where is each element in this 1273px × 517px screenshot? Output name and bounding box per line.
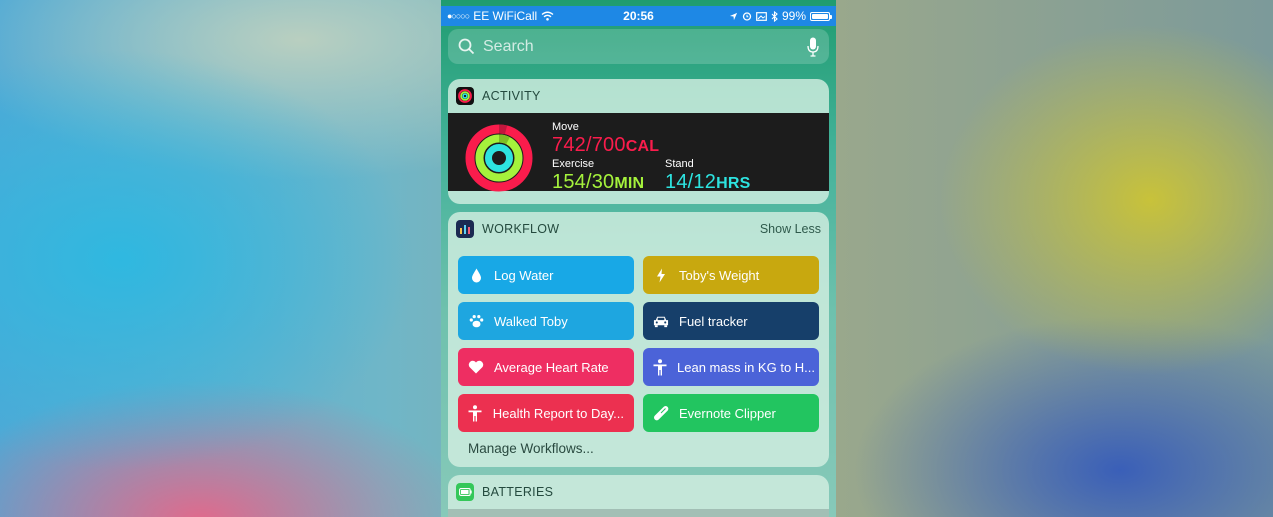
batteries-header: BATTERIES xyxy=(448,475,829,509)
batteries-body xyxy=(448,509,829,517)
search-icon xyxy=(458,38,475,55)
activity-widget[interactable]: ACTIVITY Move 742/700CAL Exercise 154/30… xyxy=(448,79,829,204)
move-label: Move xyxy=(552,121,579,133)
show-less-button[interactable]: Show Less xyxy=(760,222,821,236)
batteries-widget[interactable]: BATTERIES xyxy=(448,475,829,517)
status-right: 99% xyxy=(729,9,832,23)
manage-workflows-link[interactable]: Manage Workflows... xyxy=(468,441,594,456)
workflow-title: WORKFLOW xyxy=(482,222,560,236)
activity-header: ACTIVITY xyxy=(448,79,829,113)
lightning-icon xyxy=(653,268,669,283)
workflow-label: Toby's Weight xyxy=(679,267,760,283)
phone-screen: ●○○○○ EE WiFiCall 20:56 99% Search ACTIV… xyxy=(441,0,836,517)
microphone-icon[interactable] xyxy=(807,37,819,57)
stand-ring xyxy=(485,144,513,172)
workflow-health-report-button[interactable]: Health Report to Day... xyxy=(458,394,634,432)
workflow-widget: WORKFLOW Show Less Log Water Toby's Weig… xyxy=(448,212,829,467)
workflow-grid: Log Water Toby's Weight Walked Toby Fuel… xyxy=(448,246,829,435)
battery-percent: 99% xyxy=(781,9,806,23)
alarm-icon xyxy=(742,12,752,21)
workflow-label: Walked Toby xyxy=(494,313,568,329)
workflow-label: Log Water xyxy=(494,267,554,283)
person-icon xyxy=(653,358,667,376)
search-bar[interactable]: Search xyxy=(448,29,829,64)
stand-label: Stand xyxy=(665,158,694,170)
person-icon xyxy=(468,404,483,422)
workflow-log-water-button[interactable]: Log Water xyxy=(458,256,634,294)
workflow-walked-toby-button[interactable]: Walked Toby xyxy=(458,302,634,340)
signal-dots-icon: ●○○○○ xyxy=(447,11,470,21)
search-input[interactable]: Search xyxy=(483,38,807,56)
workflow-average-heart-rate-button[interactable]: Average Heart Rate xyxy=(458,348,634,386)
carrier-name: EE WiFiCall xyxy=(473,9,538,23)
workflow-label: Fuel tracker xyxy=(679,313,748,329)
workflow-label: Health Report to Day... xyxy=(492,405,624,421)
heart-icon xyxy=(468,360,484,374)
workflow-lean-mass-button[interactable]: Lean mass in KG to H... xyxy=(643,348,819,386)
stand-value: 14/12HRS xyxy=(665,171,751,193)
move-value: 742/700CAL xyxy=(552,134,660,156)
activity-app-icon xyxy=(456,87,474,105)
activity-rings xyxy=(464,123,534,193)
exercise-label: Exercise xyxy=(552,158,595,170)
car-icon xyxy=(653,315,669,328)
location-icon xyxy=(729,12,738,20)
status-left: ●○○○○ EE WiFiCall xyxy=(447,9,554,23)
batteries-title: BATTERIES xyxy=(482,485,554,499)
batteries-app-icon xyxy=(456,483,474,501)
pill-icon xyxy=(653,405,669,421)
workflow-evernote-clipper-button[interactable]: Evernote Clipper xyxy=(643,394,819,432)
screen-mirror-icon xyxy=(756,11,767,21)
activity-body: Move 742/700CAL Exercise 154/30MIN Stand… xyxy=(448,113,829,193)
workflow-tobys-weight-button[interactable]: Toby's Weight xyxy=(643,256,819,294)
wifi-icon xyxy=(541,11,554,21)
battery-icon xyxy=(810,11,832,21)
bluetooth-icon xyxy=(771,10,778,22)
activity-title: ACTIVITY xyxy=(482,89,541,103)
workflow-app-icon xyxy=(456,220,474,238)
status-bar: ●○○○○ EE WiFiCall 20:56 99% xyxy=(441,6,836,26)
exercise-value: 154/30MIN xyxy=(552,171,645,193)
workflow-label: Evernote Clipper xyxy=(679,405,776,421)
workflow-header: WORKFLOW Show Less xyxy=(448,212,829,246)
workflow-fuel-tracker-button[interactable]: Fuel tracker xyxy=(643,302,819,340)
paw-icon xyxy=(468,314,484,328)
workflow-label: Lean mass in KG to H... xyxy=(677,359,816,375)
water-drop-icon xyxy=(468,268,484,283)
workflow-label: Average Heart Rate xyxy=(494,359,609,375)
